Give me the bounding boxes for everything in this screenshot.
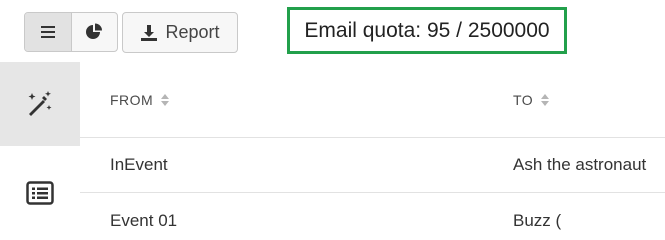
toolbar: Report Email quota: 95 / 2500000 [0, 0, 665, 62]
list-icon [40, 26, 55, 38]
sidebar [0, 62, 80, 240]
view-toggle-group [24, 12, 118, 52]
table-header-row: FROM TO [80, 62, 665, 138]
report-button[interactable]: Report [122, 12, 238, 53]
column-header-to-label: TO [513, 91, 534, 108]
pie-chart-icon [86, 23, 103, 39]
email-table: FROM TO InEvent Ash the astronaut Event … [80, 62, 665, 240]
column-header-to[interactable]: TO [513, 62, 550, 137]
from-cell: Event 01 [110, 210, 178, 230]
magic-wand-icon [28, 91, 52, 116]
sidebar-item-magic[interactable] [0, 62, 80, 146]
sort-icon [161, 93, 170, 106]
from-cell: InEvent [110, 155, 168, 174]
email-quota-indicator: Email quota: 95 / 2500000 [287, 7, 567, 54]
list-alt-icon [26, 181, 54, 205]
column-header-from[interactable]: FROM [110, 62, 170, 137]
sort-icon [541, 93, 550, 106]
table-row[interactable]: InEvent Ash the astronaut [80, 138, 665, 193]
to-cell: Ash the astronaut [513, 155, 647, 174]
list-view-button[interactable] [25, 13, 71, 51]
sidebar-item-list[interactable] [0, 146, 80, 240]
download-icon [141, 24, 158, 41]
table-row[interactable]: Event 01 Buzz ( [80, 193, 665, 240]
to-cell: Buzz ( [513, 210, 562, 230]
report-button-label: Report [165, 22, 220, 42]
column-header-from-label: FROM [110, 91, 154, 108]
chart-view-button[interactable] [72, 13, 118, 51]
